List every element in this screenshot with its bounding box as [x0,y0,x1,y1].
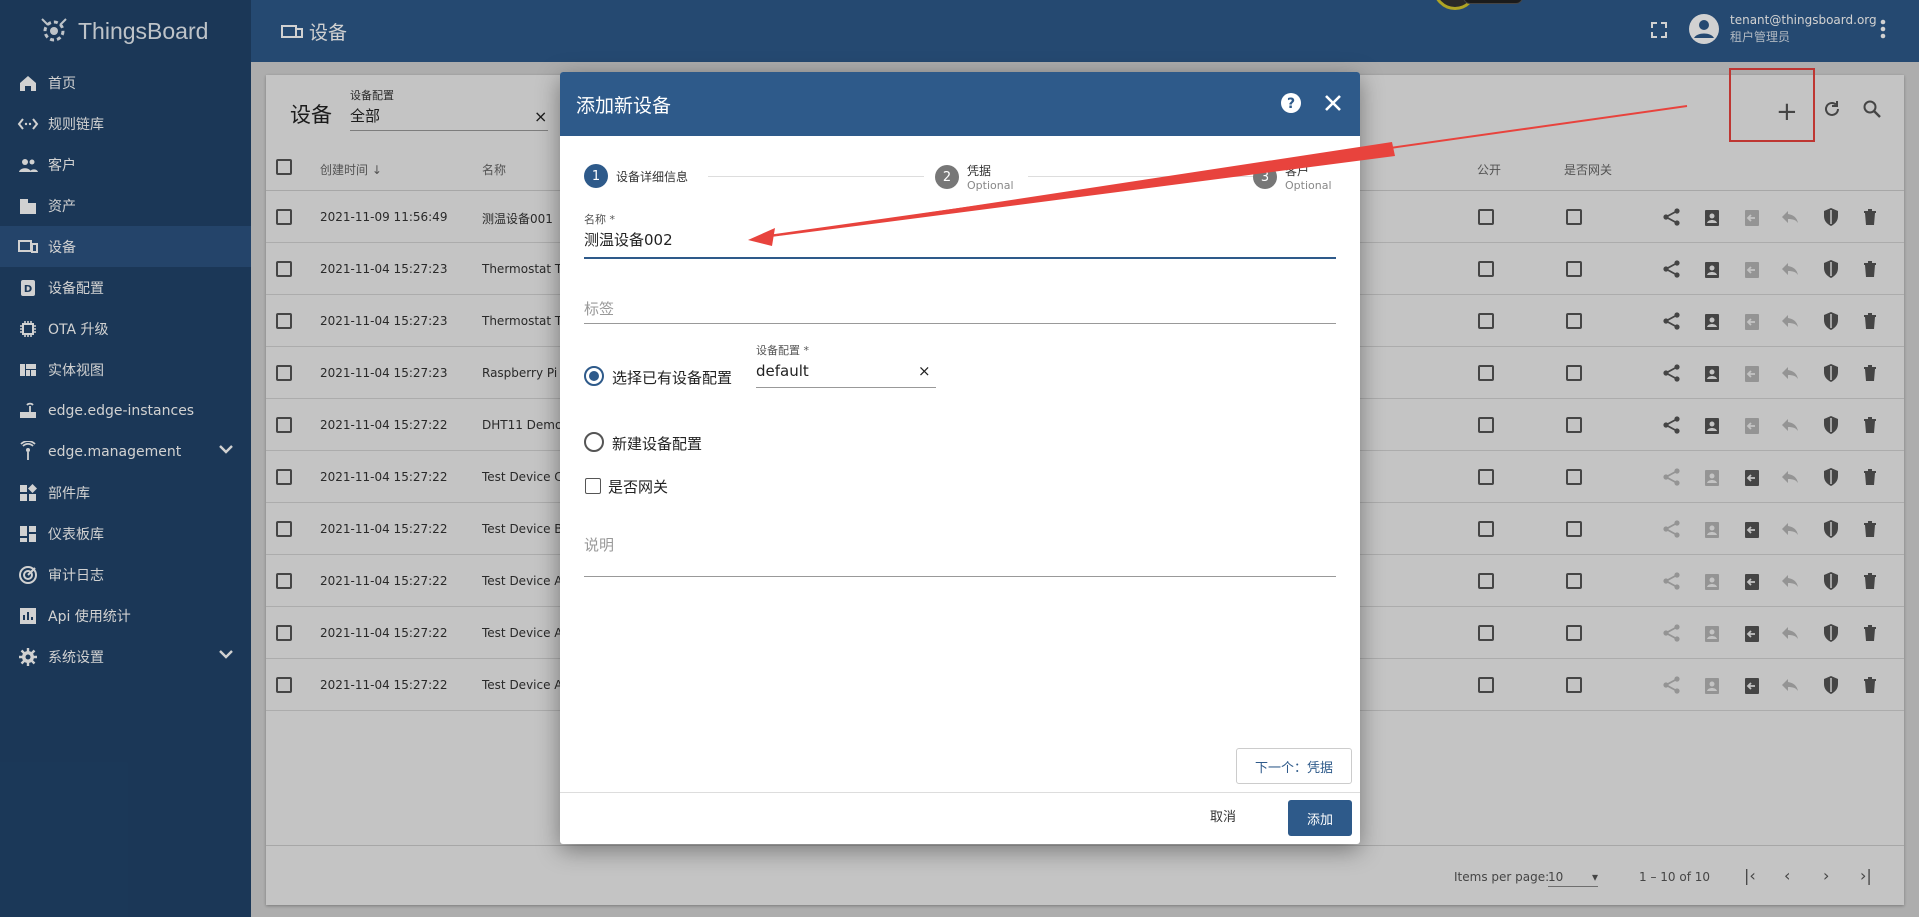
profile-underline [756,387,936,388]
existing-profile-radio[interactable] [584,366,604,386]
existing-profile-label: 选择已有设备配置 [612,369,733,387]
name-input[interactable]: 测温设备002 [584,229,673,250]
step-1[interactable]: 1 设备详细信息 [584,164,688,188]
svg-text:?: ? [1287,96,1295,112]
step-number: 3 [1253,165,1277,189]
cancel-button[interactable]: 取消 [1210,806,1236,825]
gateway-checkbox-label: 是否网关 [608,478,669,496]
step-number: 1 [584,164,608,188]
name-label: 名称 * [584,213,615,226]
description-underline [584,576,1336,577]
dialog-header: 添加新设备 [560,72,1360,136]
dialog-footer-divider [560,792,1360,793]
gateway-checkbox[interactable] [585,478,601,494]
label-input[interactable]: 标签 [584,298,614,319]
device-profile-select[interactable]: default [756,362,809,380]
step-connector [1028,176,1260,177]
close-icon[interactable] [1322,92,1344,118]
step-3[interactable]: 3 客户 Optional [1253,162,1332,192]
name-underline [584,257,1336,259]
new-profile-label: 新建设备配置 [612,435,703,453]
label-underline [584,323,1336,324]
step-2[interactable]: 2 凭据 Optional [935,162,1014,192]
dialog-title: 添加新设备 [576,94,672,117]
add-button[interactable]: 添加 [1288,800,1352,836]
add-device-dialog: 添加新设备 ? 1 设备详细信息 2 凭据 Optional 3 客户 Option… [560,72,1360,844]
step-label: 客户 [1285,164,1310,178]
step-connector [708,176,924,177]
profile-label: 设备配置 * [756,344,809,357]
help-icon[interactable]: ? [1280,92,1302,118]
profile-clear-icon[interactable]: × [918,362,931,380]
step-number: 2 [935,165,959,189]
step-label: 凭据 [967,164,992,178]
description-textarea[interactable]: 说明 [584,534,614,555]
step-label: 设备详细信息 [616,169,689,184]
next-step-button[interactable]: 下一个：凭据 [1236,748,1352,784]
step-optional: Optional [1285,179,1332,192]
step-optional: Optional [967,179,1014,192]
new-profile-radio[interactable] [584,432,604,452]
